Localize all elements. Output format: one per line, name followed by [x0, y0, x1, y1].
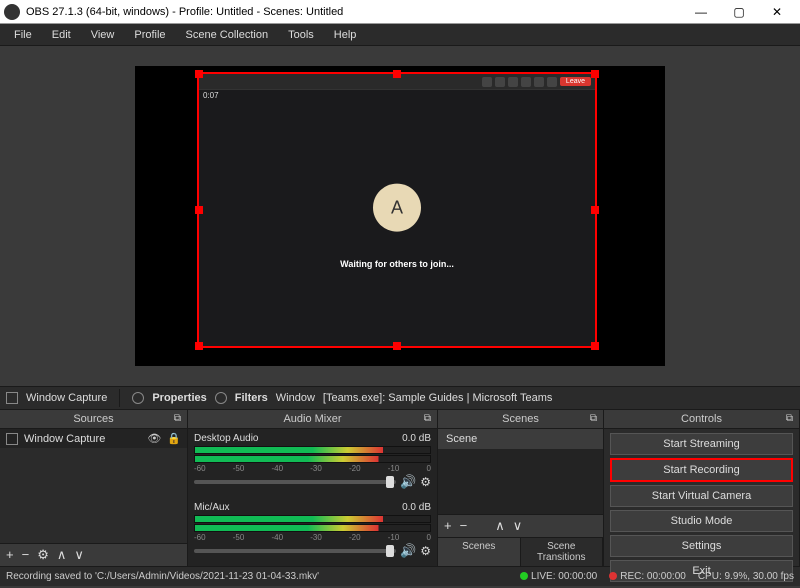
start-virtual-camera-button[interactable]: Start Virtual Camera — [610, 485, 793, 507]
resize-handle[interactable] — [195, 70, 203, 78]
sources-controls: + − ⚙ ∧ ∨ — [0, 543, 187, 566]
scene-transitions-tab[interactable]: Scene Transitions — [521, 538, 604, 566]
controls-panel: Controls⧉ Start Streaming Start Recordin… — [604, 410, 800, 566]
minimize-button[interactable]: — — [682, 1, 720, 23]
window-match-label: Window — [276, 392, 315, 404]
start-streaming-button[interactable]: Start Streaming — [610, 433, 793, 455]
sources-list[interactable]: Window Capture 👁 🔒 — [0, 429, 187, 543]
obs-icon — [4, 4, 20, 20]
selected-source-name: Window Capture — [26, 392, 107, 404]
remove-source-button[interactable]: − — [22, 547, 30, 563]
resize-handle[interactable] — [393, 342, 401, 350]
cpu-status: CPU: 9.9%, 30.00 fps — [698, 571, 794, 582]
source-properties-button[interactable]: ⚙ — [37, 547, 49, 563]
channel-name: Desktop Audio — [194, 433, 259, 444]
controls-title: Controls⧉ — [604, 410, 799, 429]
resize-handle[interactable] — [195, 342, 203, 350]
teams-leave-button: Leave — [560, 77, 591, 86]
db-scale: -60-50-40-30-20-100 — [194, 533, 431, 542]
scenes-panel: Scenes⧉ Scene + − ∧ ∨ Scenes Scene Trans… — [438, 410, 604, 566]
menu-help[interactable]: Help — [324, 27, 367, 43]
settings-button[interactable]: Settings — [610, 535, 793, 557]
mixer-title: Audio Mixer⧉ — [188, 410, 437, 429]
menu-bar: File Edit View Profile Scene Collection … — [0, 24, 800, 46]
menu-file[interactable]: File — [4, 27, 42, 43]
window-capture-icon — [6, 392, 18, 404]
teams-avatar: A — [373, 184, 421, 232]
remove-scene-button[interactable]: − — [460, 518, 468, 534]
channel-settings-button[interactable]: ⚙ — [420, 544, 431, 558]
start-recording-button[interactable]: Start Recording — [610, 458, 793, 482]
scenes-tab[interactable]: Scenes — [438, 538, 521, 566]
audio-meter — [194, 455, 431, 463]
channel-level: 0.0 dB — [402, 502, 431, 513]
add-scene-button[interactable]: + — [444, 518, 452, 534]
resize-handle[interactable] — [591, 70, 599, 78]
live-status: LIVE: 00:00:00 — [520, 571, 597, 582]
source-selection-box[interactable]: Leave 0:07 A Waiting for others to join.… — [197, 72, 597, 348]
undock-icon[interactable]: ⧉ — [174, 413, 181, 424]
resize-handle[interactable] — [195, 206, 203, 214]
audio-meter — [194, 524, 431, 532]
sources-title: Sources⧉ — [0, 410, 187, 429]
move-down-button[interactable]: ∨ — [74, 547, 84, 563]
captured-window-content: Leave 0:07 A Waiting for others to join.… — [199, 74, 595, 346]
audio-channel-desktop: Desktop Audio0.0 dB -60-50-40-30-20-100 … — [194, 433, 431, 490]
undock-icon[interactable]: ⧉ — [786, 413, 793, 424]
audio-meter — [194, 446, 431, 454]
filters-button[interactable]: Filters — [235, 392, 268, 404]
volume-slider[interactable] — [194, 549, 396, 553]
menu-profile[interactable]: Profile — [124, 27, 175, 43]
window-capture-icon — [6, 433, 18, 445]
db-scale: -60-50-40-30-20-100 — [194, 464, 431, 473]
speaker-icon[interactable]: 🔊 — [400, 543, 416, 559]
teams-waiting-text: Waiting for others to join... — [340, 259, 454, 269]
audio-meter — [194, 515, 431, 523]
sources-panel: Sources⧉ Window Capture 👁 🔒 + − ⚙ ∧ ∨ — [0, 410, 188, 566]
speaker-icon[interactable]: 🔊 — [400, 474, 416, 490]
gear-icon — [132, 392, 144, 404]
preview-canvas[interactable]: Leave 0:07 A Waiting for others to join.… — [135, 66, 665, 366]
lock-toggle[interactable]: 🔒 — [167, 432, 181, 445]
rec-status: REC: 00:00:00 — [609, 571, 686, 582]
preview-area[interactable]: Leave 0:07 A Waiting for others to join.… — [0, 46, 800, 386]
scenes-list[interactable]: Scene — [438, 429, 603, 514]
add-source-button[interactable]: + — [6, 547, 14, 563]
resize-handle[interactable] — [591, 206, 599, 214]
window-titlebar: OBS 27.1.3 (64-bit, windows) - Profile: … — [0, 0, 800, 24]
resize-handle[interactable] — [591, 342, 599, 350]
scenes-title: Scenes⧉ — [438, 410, 603, 429]
filter-icon — [215, 392, 227, 404]
resize-handle[interactable] — [393, 70, 401, 78]
undock-icon[interactable]: ⧉ — [590, 413, 597, 424]
scene-item[interactable]: Scene — [438, 429, 603, 449]
undock-icon[interactable]: ⧉ — [424, 413, 431, 424]
properties-button[interactable]: Properties — [152, 392, 206, 404]
move-up-button[interactable]: ∧ — [57, 547, 67, 563]
close-button[interactable]: ✕ — [758, 1, 796, 23]
source-toolbar: Window Capture Properties Filters Window… — [0, 386, 800, 410]
menu-tools[interactable]: Tools — [278, 27, 324, 43]
status-message: Recording saved to 'C:/Users/Admin/Video… — [6, 571, 319, 582]
channel-settings-button[interactable]: ⚙ — [420, 475, 431, 489]
scene-up-button[interactable]: ∧ — [495, 518, 505, 534]
window-title: OBS 27.1.3 (64-bit, windows) - Profile: … — [26, 6, 682, 18]
source-item[interactable]: Window Capture 👁 🔒 — [0, 429, 187, 448]
audio-channel-mic: Mic/Aux 0.0 dB -60-50-40-30-20-100 🔊 ⚙ — [194, 502, 431, 559]
source-item-name: Window Capture — [24, 433, 141, 445]
menu-scene-collection[interactable]: Scene Collection — [176, 27, 279, 43]
scene-down-button[interactable]: ∨ — [513, 518, 523, 534]
channel-name: Mic/Aux — [194, 502, 230, 513]
window-match-value[interactable]: [Teams.exe]: Sample Guides | Microsoft T… — [323, 392, 552, 404]
menu-edit[interactable]: Edit — [42, 27, 81, 43]
audio-mixer-panel: Audio Mixer⧉ Desktop Audio 0.0 dB -60-50-… — [188, 410, 438, 566]
visibility-toggle[interactable]: 👁 — [147, 432, 161, 445]
menu-view[interactable]: View — [81, 27, 125, 43]
volume-slider[interactable] — [194, 480, 396, 484]
maximize-button[interactable]: ▢ — [720, 1, 758, 23]
channel-level: 0.0 dB — [402, 433, 431, 444]
teams-call-timer: 0:07 — [203, 91, 219, 100]
studio-mode-button[interactable]: Studio Mode — [610, 510, 793, 532]
